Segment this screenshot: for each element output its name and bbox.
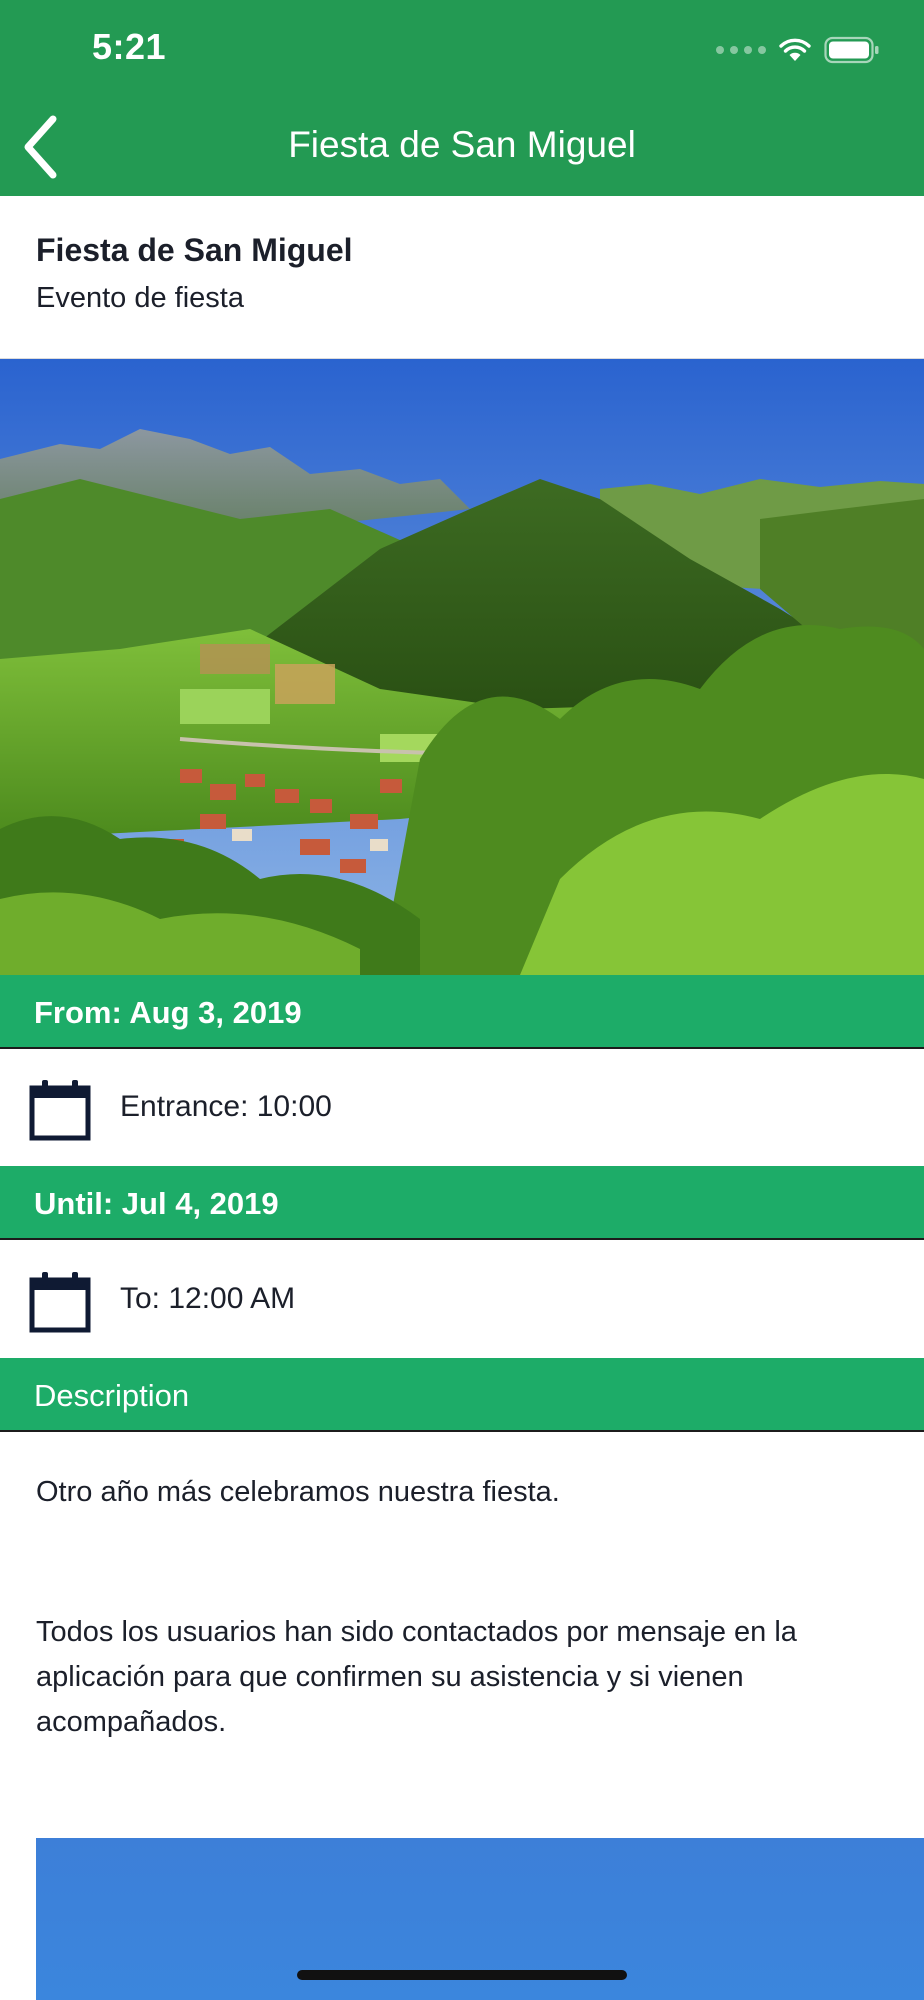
end-time: To: 12:00 AM: [120, 1282, 296, 1315]
status-indicators: [716, 34, 880, 66]
description-header: Description: [0, 1358, 924, 1432]
wifi-icon: [778, 37, 812, 63]
description-label: Description: [34, 1378, 190, 1413]
from-date-label: From: Aug 3, 2019: [34, 995, 302, 1030]
status-time: 5:21: [92, 26, 167, 67]
entrance-time: Entrance: 10:00: [120, 1090, 332, 1123]
from-date-header: From: Aug 3, 2019: [0, 975, 924, 1049]
home-indicator[interactable]: [297, 1970, 627, 1980]
battery-icon: [824, 36, 880, 64]
end-time-row: To: 12:00 AM: [0, 1242, 924, 1358]
event-title-block: Fiesta de San Miguel Evento de fiesta: [0, 196, 924, 359]
event-type: Evento de fiesta: [36, 282, 244, 314]
until-date-label: Until: Jul 4, 2019: [34, 1186, 279, 1221]
calendar-icon: [29, 1272, 91, 1333]
cellular-signal-icon: [716, 46, 766, 54]
navigation-bar: 5:21 Fiesta de San Miguel: [0, 0, 924, 196]
calendar-icon: [29, 1080, 91, 1141]
event-detail-screen: 5:21 Fiesta de San Miguel Fiesta de San …: [0, 0, 924, 2000]
nav-title: Fiesta de San Miguel: [288, 124, 636, 165]
until-date-header: Until: Jul 4, 2019: [0, 1166, 924, 1240]
event-name: Fiesta de San Miguel: [36, 232, 353, 268]
description-paragraph-2: Todos los usuarios han sido contactados …: [36, 1616, 797, 1738]
entrance-row: Entrance: 10:00: [0, 1050, 924, 1166]
event-image: [0, 359, 924, 975]
description-paragraph-1: Otro año más celebramos nuestra fiesta.: [36, 1476, 560, 1508]
